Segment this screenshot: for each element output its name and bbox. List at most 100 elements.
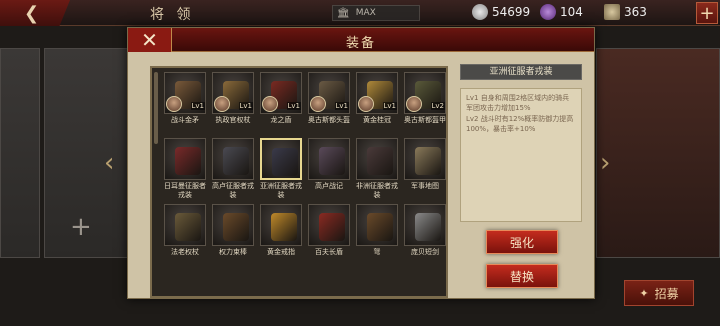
owner-portrait-icon [406, 96, 422, 112]
item-name: 法老权杖 [171, 248, 199, 256]
owner-portrait-icon [166, 96, 182, 112]
item-frame [308, 138, 350, 180]
gem-counter: 104 [540, 4, 583, 20]
item-frame [212, 138, 254, 180]
equipment-item[interactable]: 日耳曼征服者戎装 [162, 136, 208, 202]
equipment-item[interactable]: Lv1 执政官权杖 [210, 70, 256, 136]
replace-button[interactable]: 替换 [486, 264, 558, 288]
scroll-value: 363 [624, 5, 647, 19]
prev-arrow-icon[interactable]: ‹ [104, 148, 114, 178]
item-name: 日耳曼征服者戎装 [164, 182, 206, 199]
item-icon [367, 213, 393, 241]
item-level: Lv1 [382, 102, 397, 110]
item-frame [212, 204, 254, 246]
equipment-item[interactable]: 法老权杖 [162, 202, 208, 268]
item-icon [415, 213, 441, 241]
item-name: 庞贝短剑 [411, 248, 439, 256]
item-name: 高卢战记 [315, 182, 343, 190]
detail-line: Lv1 自身和周围2格区域内的骑兵军团攻击力增加15% [466, 94, 570, 112]
bg-general-card [0, 48, 40, 258]
equipment-item[interactable]: 高卢战记 [306, 136, 352, 202]
item-frame [260, 204, 302, 246]
detail-line: Lv2 战斗时有12%概率防御力提高100%，暴击率+10% [466, 115, 574, 133]
equipment-item[interactable]: 亚洲征服者戎装 [258, 136, 304, 202]
silver-counter: 54699 [472, 4, 530, 20]
modal-header: ✕ 装备 [128, 28, 594, 52]
detail-description: Lv1 自身和周围2格区域内的骑兵军团攻击力增加15% Lv2 战斗时有12%概… [460, 88, 582, 222]
building-icon: 🏛 [337, 7, 350, 19]
item-frame [164, 204, 206, 246]
scroll-icon [604, 4, 620, 20]
bg-general-portrait [596, 48, 720, 258]
equipment-modal: ✕ 装备 Lv1 战斗金矛 Lv1 执政官权杖 Lv1 龙之盾 Lv1 奥古斯都头盔 Lv1 黄金… [127, 27, 595, 299]
item-name: 弩 [373, 248, 381, 256]
item-frame [164, 138, 206, 180]
equipment-item[interactable]: 黄金戒指 [258, 202, 304, 268]
back-button[interactable]: ❮ [0, 0, 70, 26]
item-icon [175, 147, 201, 175]
recruit-button[interactable]: ✦ 招募 [624, 280, 694, 306]
owner-portrait-icon [262, 96, 278, 112]
item-name: 高卢征服者戎装 [212, 182, 254, 199]
item-name: 黄金桂冠 [363, 116, 391, 124]
add-general-icon[interactable]: + [70, 212, 92, 242]
scroll-counter: 363 [604, 4, 647, 20]
back-arrow-icon: ❮ [24, 2, 40, 24]
equipment-item[interactable]: 庞贝短剑 [402, 202, 448, 268]
item-icon [272, 148, 298, 176]
equipment-item[interactable]: 军事地图 [402, 136, 448, 202]
item-icon [319, 147, 345, 175]
equipment-item[interactable]: Lv2 奥古斯都盔甲 [402, 70, 448, 136]
item-name: 龙之盾 [270, 116, 292, 124]
equipment-item[interactable]: 权力束棒 [210, 202, 256, 268]
item-frame [356, 138, 398, 180]
recruit-icon: ✦ [639, 286, 649, 300]
equipment-list: Lv1 战斗金矛 Lv1 执政官权杖 Lv1 龙之盾 Lv1 奥古斯都头盔 Lv1 黄金桂冠 Lv2… [162, 70, 448, 268]
item-level: Lv1 [190, 102, 205, 110]
top-bar: ❮ 将 领 🏛 MAX 54699 104 363 + [0, 0, 720, 26]
equipment-item[interactable]: Lv1 战斗金矛 [162, 70, 208, 136]
silver-value: 54699 [492, 5, 531, 19]
item-icon [367, 147, 393, 175]
item-name: 奥古斯都头盔 [308, 116, 350, 124]
plus-icon: + [699, 2, 715, 24]
item-icon [271, 213, 297, 241]
item-icon [319, 213, 345, 241]
equipment-item[interactable]: 非洲征服者戎装 [354, 136, 400, 202]
item-name: 百夫长盾 [315, 248, 343, 256]
enhance-button[interactable]: 强化 [486, 230, 558, 254]
item-name: 军事地图 [411, 182, 439, 190]
owner-portrait-icon [310, 96, 326, 112]
add-resource-button[interactable]: + [696, 2, 718, 24]
item-frame [356, 204, 398, 246]
owner-portrait-icon [214, 96, 230, 112]
scrollbar[interactable] [154, 72, 158, 144]
equipment-item[interactable]: Lv1 黄金桂冠 [354, 70, 400, 136]
owner-portrait-icon [358, 96, 374, 112]
item-name: 奥古斯都盔甲 [404, 116, 446, 124]
item-name: 战斗金矛 [171, 116, 199, 124]
item-frame [260, 138, 302, 180]
item-level: Lv1 [238, 102, 253, 110]
item-frame [404, 204, 446, 246]
max-label: MAX [355, 8, 376, 18]
item-frame [404, 138, 446, 180]
recruit-label: 招募 [654, 286, 679, 301]
item-name: 黄金戒指 [267, 248, 295, 256]
equipment-item[interactable]: 高卢征服者戎装 [210, 136, 256, 202]
item-name: 权力束棒 [219, 248, 247, 256]
item-icon [223, 147, 249, 175]
item-name: 执政官权杖 [215, 116, 251, 124]
next-arrow-icon[interactable]: › [600, 148, 610, 178]
equipment-item[interactable]: 弩 [354, 202, 400, 268]
equipment-item[interactable]: Lv1 龙之盾 [258, 70, 304, 136]
item-frame [308, 204, 350, 246]
modal-title: 装备 [345, 36, 376, 51]
item-icon [223, 213, 249, 241]
gem-value: 104 [560, 5, 583, 19]
equipment-item[interactable]: 百夫长盾 [306, 202, 352, 268]
item-level: Lv1 [334, 102, 349, 110]
item-level: Lv1 [286, 102, 301, 110]
equipment-item[interactable]: Lv1 奥古斯都头盔 [306, 70, 352, 136]
gem-icon [540, 4, 556, 20]
